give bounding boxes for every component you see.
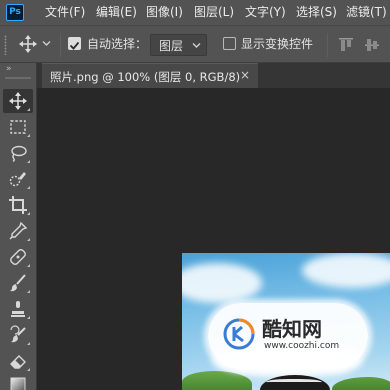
gradient-icon [10,377,26,390]
marquee-tool[interactable] [3,115,33,139]
watermark: 酷知网 www.coozhi.com [208,303,368,369]
grass [332,377,390,390]
gradient-tool[interactable] [3,373,33,390]
tool-group-indicator [27,108,30,111]
history-brush-icon [10,325,26,343]
cloud [302,253,390,288]
marquee-icon [10,120,26,134]
tool-group-indicator [27,342,30,345]
align-top-edges-icon[interactable] [338,37,354,53]
tool-group-indicator [27,264,30,267]
menu-layer[interactable]: 图层(L) [194,0,234,25]
checkmark-icon [69,41,80,50]
document-image[interactable]: 酷知网 www.coozhi.com [182,253,390,390]
auto-select-target-dropdown[interactable]: 图层 [150,34,207,56]
lasso-icon [11,145,27,163]
healing-brush-tool[interactable] [3,245,33,269]
clone-stamp-tool[interactable] [3,297,33,321]
tool-group-indicator [27,290,30,293]
document-tab[interactable]: 照片.png @ 100% (图层 0, RGB/8) × [42,63,258,88]
dropdown-value: 图层 [159,39,184,53]
move-tool[interactable] [3,89,33,113]
coozhi-logo-icon [223,318,255,350]
eyedropper-tool[interactable] [3,219,33,243]
lasso-tool[interactable] [3,141,33,165]
menu-edit[interactable]: 编辑(E) [96,0,137,25]
divider [327,33,328,57]
collapse-panel-icon[interactable]: » [6,64,11,74]
crop-icon [9,196,27,214]
divider [60,33,61,57]
tool-group-indicator [27,212,30,215]
tool-group-indicator [27,368,30,371]
menu-image[interactable]: 图像(I) [146,0,183,25]
quick-select-icon [9,172,26,187]
menu-select[interactable]: 选择(S) [296,0,337,25]
quick-select-tool[interactable] [3,167,33,191]
eyedropper-icon [9,221,28,240]
menu-filter[interactable]: 滤镜(T) [346,0,387,25]
auto-select-checkbox[interactable] [68,37,81,50]
illustration-headband [266,379,322,387]
show-transform-controls-label: 显示变换控件 [241,37,314,51]
chevron-down-icon [192,43,201,48]
cloud [182,263,262,303]
brush-icon [10,274,26,292]
history-brush-tool[interactable] [3,323,33,347]
bandage-icon [10,249,26,265]
photoshop-logo-icon: Ps [6,4,24,21]
document-tab-title: 照片.png @ 100% (图层 0, RGB/8) [50,70,241,84]
eraser-tool[interactable] [3,349,33,373]
crop-tool[interactable] [3,193,33,217]
document-tab-strip: 照片.png @ 100% (图层 0, RGB/8) × [37,63,390,88]
stamp-icon [11,301,25,317]
tool-group-indicator [27,316,30,319]
tool-preset-chevron-down-icon[interactable] [42,40,51,47]
options-bar: 自动选择： 图层 显示变换控件 [0,25,390,63]
tool-group-indicator [27,238,30,241]
menu-bar: Ps 文件(F) 编辑(E) 图像(I) 图层(L) 文字(Y) 选择(S) 滤… [0,0,390,25]
align-vertical-centers-icon[interactable] [364,37,380,53]
panel-grip[interactable] [5,77,31,79]
tool-group-indicator [27,186,30,189]
move-icon [9,92,27,110]
move-icon[interactable] [18,34,38,54]
canvas-area[interactable]: 酷知网 www.coozhi.com [37,88,390,390]
tool-group-indicator [27,134,30,137]
tools-panel: » [0,63,37,390]
show-transform-controls-checkbox[interactable] [223,37,236,50]
close-document-icon[interactable]: × [240,68,250,82]
auto-select-label: 自动选择： [87,37,148,51]
watermark-name: 酷知网 [262,317,322,341]
eraser-icon [10,355,26,369]
tool-group-indicator [27,160,30,163]
menu-type[interactable]: 文字(Y) [245,0,286,25]
menu-file[interactable]: 文件(F) [45,0,85,25]
options-bar-grip[interactable] [4,35,7,55]
watermark-url: www.coozhi.com [264,341,340,351]
brush-tool[interactable] [3,271,33,295]
